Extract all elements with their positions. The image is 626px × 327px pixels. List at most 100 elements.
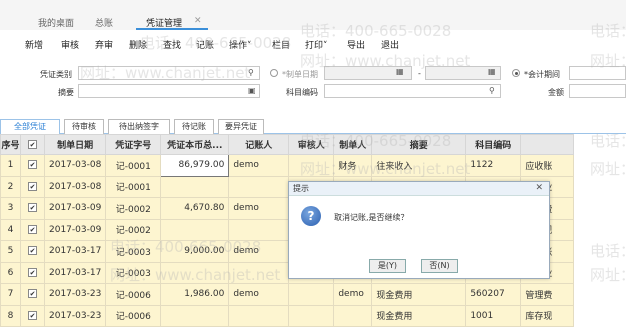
- cell-poster[interactable]: demo: [228, 283, 290, 306]
- cell-no[interactable]: 3: [0, 197, 21, 220]
- cell-no[interactable]: 2: [0, 175, 21, 198]
- cell-name[interactable]: 管理费: [520, 283, 575, 306]
- cell-summary[interactable]: 现金费用: [371, 304, 467, 327]
- cell-poster[interactable]: [228, 218, 290, 241]
- cell-summary[interactable]: 现金费用: [371, 283, 467, 306]
- cell-voucher[interactable]: 记-0003: [105, 240, 162, 263]
- col-date[interactable]: 制单日期: [43, 134, 107, 155]
- checkbox-icon[interactable]: ✔: [28, 310, 37, 320]
- cell-maker[interactable]: 财务: [333, 154, 373, 177]
- checkbox-icon[interactable]: ✔: [28, 246, 37, 256]
- cell-date[interactable]: 2017-03-23: [43, 304, 107, 327]
- cell-amount[interactable]: 9,000.00: [160, 240, 230, 263]
- col-poster[interactable]: 记账人: [228, 134, 290, 155]
- cell-summary[interactable]: 往来收入: [371, 154, 467, 177]
- cell-poster[interactable]: [228, 304, 290, 327]
- cell-amount[interactable]: 86,979.00: [160, 154, 230, 177]
- cell-date[interactable]: 2017-03-23: [43, 283, 107, 306]
- export-button[interactable]: 导出: [347, 38, 365, 51]
- voucher-type-field[interactable]: [78, 66, 260, 80]
- col-voucher[interactable]: 凭证字号: [105, 134, 162, 155]
- cell-voucher[interactable]: 记-0001: [105, 154, 162, 177]
- cell-voucher[interactable]: 记-0002: [105, 197, 162, 220]
- row-checkbox-cell[interactable]: ✔: [20, 218, 45, 241]
- cell-auditor[interactable]: [288, 283, 335, 306]
- cell-no[interactable]: 7: [0, 283, 21, 306]
- cell-maker[interactable]: [333, 304, 373, 327]
- cell-auditor[interactable]: [288, 304, 335, 327]
- search-icon[interactable]: ⚲: [489, 86, 495, 95]
- tab-pending-cashier[interactable]: 待出纳签字: [108, 119, 170, 134]
- cell-poster[interactable]: [228, 261, 290, 284]
- cell-name[interactable]: 应收账: [520, 154, 575, 177]
- col-maker[interactable]: 制单人: [333, 134, 373, 155]
- cell-amount[interactable]: [160, 218, 230, 241]
- dialog-title-bar[interactable]: 提示 ✕: [289, 182, 549, 196]
- tab-my-desktop[interactable]: 我的桌面: [38, 16, 74, 30]
- post-button[interactable]: 记账: [196, 38, 214, 51]
- row-checkbox-cell[interactable]: ✔: [20, 175, 45, 198]
- col-select-all[interactable]: ✔: [20, 134, 45, 155]
- yes-button[interactable]: 是(Y): [369, 259, 406, 273]
- cell-no[interactable]: 1: [0, 154, 21, 177]
- audit-button[interactable]: 审核: [61, 38, 79, 51]
- unaudit-button[interactable]: 弃审: [95, 38, 113, 51]
- cell-voucher[interactable]: 记-0001: [105, 175, 162, 198]
- col-seq[interactable]: 序号: [0, 134, 21, 155]
- cell-name[interactable]: 库存现: [520, 304, 575, 327]
- cell-date[interactable]: 2017-03-17: [43, 261, 107, 284]
- cell-poster[interactable]: demo: [228, 154, 290, 177]
- row-checkbox-cell[interactable]: ✔: [20, 261, 45, 284]
- cell-voucher[interactable]: 记-0006: [105, 304, 162, 327]
- exit-button[interactable]: 退出: [381, 38, 399, 51]
- period-field[interactable]: [569, 66, 626, 80]
- cell-amount[interactable]: 4,670.80: [160, 197, 230, 220]
- cell-poster[interactable]: demo: [228, 240, 290, 263]
- calendar-icon[interactable]: ▦: [396, 67, 404, 76]
- search-icon[interactable]: ⚲: [248, 68, 254, 77]
- checkbox-icon[interactable]: ✔: [28, 289, 37, 299]
- col-account-name[interactable]: [520, 134, 575, 155]
- cell-maker[interactable]: demo: [333, 283, 373, 306]
- maker-date-radio[interactable]: [270, 69, 278, 77]
- close-icon[interactable]: ✕: [194, 16, 202, 26]
- new-button[interactable]: 新增: [25, 38, 43, 51]
- print-menu[interactable]: 打印˅: [305, 38, 328, 51]
- col-account-code[interactable]: 科目编码: [465, 134, 522, 155]
- period-radio[interactable]: [512, 69, 520, 77]
- cell-no[interactable]: 4: [0, 218, 21, 241]
- amount-field[interactable]: [569, 84, 626, 98]
- checkbox-icon[interactable]: ✔: [28, 160, 37, 170]
- table-row[interactable]: 1 ✔ 2017-03-08 记-0001 86,979.00 demo 财务 往来收入 112…: [0, 154, 575, 177]
- row-checkbox-cell[interactable]: ✔: [20, 304, 45, 327]
- operation-menu[interactable]: 操作˅: [229, 38, 252, 51]
- cell-no[interactable]: 6: [0, 261, 21, 284]
- no-button[interactable]: 否(N): [421, 259, 458, 273]
- calendar-icon[interactable]: ▦: [488, 67, 496, 76]
- cell-date[interactable]: 2017-03-17: [43, 240, 107, 263]
- cell-voucher[interactable]: 记-0006: [105, 283, 162, 306]
- cell-code[interactable]: 1001: [465, 304, 522, 327]
- cell-no[interactable]: 8: [0, 304, 21, 327]
- row-checkbox-cell[interactable]: ✔: [20, 154, 45, 177]
- tab-exception[interactable]: 要异凭证: [218, 119, 264, 134]
- close-icon[interactable]: ✕: [535, 182, 543, 195]
- checkbox-icon[interactable]: ✔: [28, 139, 37, 149]
- row-checkbox-cell[interactable]: ✔: [20, 240, 45, 263]
- row-checkbox-cell[interactable]: ✔: [20, 283, 45, 306]
- cell-date[interactable]: 2017-03-09: [43, 197, 107, 220]
- cell-voucher[interactable]: 记-0003: [105, 261, 162, 284]
- checkbox-icon[interactable]: ✔: [28, 267, 37, 277]
- account-code-field[interactable]: [324, 84, 501, 98]
- reference-icon[interactable]: ▣: [248, 86, 256, 95]
- checkbox-icon[interactable]: ✔: [28, 224, 37, 234]
- find-button[interactable]: 查找: [163, 38, 181, 51]
- delete-button[interactable]: 删除: [129, 38, 147, 51]
- checkbox-icon[interactable]: ✔: [28, 181, 37, 191]
- checkbox-icon[interactable]: ✔: [28, 203, 37, 213]
- cell-no[interactable]: 5: [0, 240, 21, 263]
- columns-button[interactable]: 栏目: [272, 38, 290, 51]
- cell-date[interactable]: 2017-03-09: [43, 218, 107, 241]
- tab-all-vouchers[interactable]: 全部凭证: [0, 119, 60, 134]
- table-row[interactable]: 7 ✔ 2017-03-23 记-0006 1,986.00 demo demo 现金费用 56…: [0, 283, 575, 306]
